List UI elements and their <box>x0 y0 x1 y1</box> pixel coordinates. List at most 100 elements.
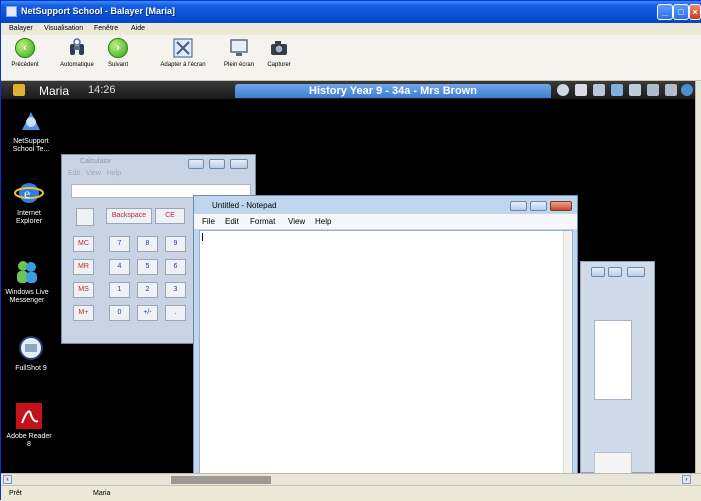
text-cursor <box>202 233 203 241</box>
fullscreen-button[interactable]: Plein écran <box>220 38 258 68</box>
bg-maximize-button[interactable] <box>608 267 622 277</box>
key-6[interactable]: 6 <box>165 259 186 275</box>
desktop-icon-fullshot[interactable]: FullShot 9 <box>7 333 55 373</box>
menu-aide[interactable]: Aide <box>131 25 145 32</box>
bg-window-panel <box>594 320 632 400</box>
globe-icon[interactable] <box>681 84 693 96</box>
calc-close-button[interactable] <box>230 159 248 169</box>
key-8[interactable]: 8 <box>137 236 158 252</box>
np-menu-help[interactable]: Help <box>315 217 331 226</box>
svg-text:e: e <box>24 187 30 202</box>
back-arrow-icon: ‹ <box>15 38 35 58</box>
toolbar: ‹ Précédent Automatique › Suivant Adapte… <box>1 35 701 81</box>
bg-window-footer <box>594 452 632 473</box>
notepad-title: Untitled - Notepad <box>212 201 277 210</box>
lesson-title: History Year 9 - 34a - Mrs Brown <box>235 84 551 98</box>
horizontal-scrollbar[interactable]: ‹ › <box>1 473 701 485</box>
previous-button[interactable]: ‹ Précédent <box>8 38 42 68</box>
mr-key[interactable]: MR <box>73 259 94 275</box>
title-bar[interactable]: NetSupport School - Balayer [Maria] _ □ … <box>1 1 701 23</box>
fullshot-icon <box>16 333 46 363</box>
menu-balayer[interactable]: Balayer <box>9 25 33 32</box>
fullscreen-icon <box>229 38 249 58</box>
status-text: Prêt <box>9 490 22 497</box>
student-avatar-icon <box>13 84 25 96</box>
calc-menu-edit[interactable]: Edit <box>68 170 80 177</box>
menu-visualisation[interactable]: Visualisation <box>44 25 83 32</box>
calculator-title: Calculator <box>80 158 112 165</box>
help-icon[interactable] <box>593 84 605 96</box>
notepad-maximize-button[interactable] <box>530 201 547 211</box>
pen-icon[interactable] <box>575 84 587 96</box>
capture-button[interactable]: Capturer <box>263 38 295 68</box>
bg-close-button[interactable] <box>627 267 645 277</box>
calc-menu-view[interactable]: View <box>86 170 101 177</box>
status-bar: Prêt Maria <box>1 485 701 501</box>
backspace-key[interactable]: Backspace <box>106 208 152 224</box>
bg-minimize-button[interactable] <box>591 267 605 277</box>
desktop-label-messenger: Windows Live Messenger <box>5 289 49 304</box>
chat-icon[interactable] <box>557 84 569 96</box>
notepad-window[interactable]: Untitled - Notepad File Edit Format View… <box>193 195 578 473</box>
next-label: Suivant <box>107 62 128 68</box>
key-2[interactable]: 2 <box>137 282 158 298</box>
mc-key[interactable]: MC <box>73 236 94 252</box>
scroll-left-arrow-icon[interactable]: ‹ <box>3 475 12 484</box>
menu-fenetre[interactable]: Fenêtre <box>94 25 118 32</box>
desktop-icon-messenger[interactable]: Windows Live Messenger <box>3 257 51 305</box>
files-icon[interactable] <box>629 84 641 96</box>
netsupport-icon <box>16 106 46 136</box>
np-menu-format[interactable]: Format <box>250 217 275 226</box>
users-icon[interactable] <box>611 84 623 96</box>
key-0[interactable]: 0 <box>109 305 130 321</box>
desktop-icon-adobe[interactable]: Adobe Reader 8 <box>5 401 53 449</box>
status-student-name: Maria <box>93 490 111 497</box>
np-menu-edit[interactable]: Edit <box>225 217 239 226</box>
remote-desktop-view[interactable]: Maria 14:26 History Year 9 - 34a - Mrs B… <box>1 81 695 473</box>
mplus-key[interactable]: M+ <box>73 305 94 321</box>
fit-screen-label: Adapter à l'écran <box>160 62 206 68</box>
desktop-label-fullshot: FullShot 9 <box>15 365 47 372</box>
memory-indicator <box>76 208 94 226</box>
ce-key[interactable]: CE <box>155 208 185 224</box>
scroll-right-arrow-icon[interactable]: › <box>682 475 691 484</box>
notepad-close-button[interactable] <box>550 201 572 211</box>
key-7[interactable]: 7 <box>109 236 130 252</box>
ie-icon: e <box>14 178 44 208</box>
key-decimal[interactable]: . <box>165 305 186 321</box>
messenger-icon <box>12 257 42 287</box>
key-3[interactable]: 3 <box>165 282 186 298</box>
lock-icon[interactable] <box>665 84 677 96</box>
next-button[interactable]: › Suivant <box>103 38 133 68</box>
fit-screen-button[interactable]: Adapter à l'écran <box>153 38 213 68</box>
capture-label: Capturer <box>267 62 291 68</box>
automatic-button[interactable]: Automatique <box>55 38 99 68</box>
key-1[interactable]: 1 <box>109 282 130 298</box>
desktop-label-ie: Internet Explorer <box>15 210 43 225</box>
calc-maximize-button[interactable] <box>209 159 225 169</box>
scroll-thumb[interactable] <box>171 476 271 484</box>
notepad-text-area[interactable] <box>199 230 573 473</box>
key-plus-minus[interactable]: +/- <box>137 305 158 321</box>
key-4[interactable]: 4 <box>109 259 130 275</box>
close-button[interactable]: × <box>689 4 701 20</box>
minimize-button[interactable]: _ <box>657 4 673 20</box>
calc-minimize-button[interactable] <box>188 159 204 169</box>
calculator-menu: Edit View Help <box>68 170 121 177</box>
desktop-icon-ie[interactable]: e Internet Explorer <box>5 178 53 226</box>
survey-icon[interactable] <box>647 84 659 96</box>
desktop-label-netsupport: NetSupport School Te... <box>12 138 50 153</box>
maximize-button[interactable]: □ <box>673 4 689 20</box>
notepad-scrollbar[interactable] <box>563 231 572 473</box>
notepad-minimize-button[interactable] <box>510 201 527 211</box>
background-window[interactable] <box>580 261 655 473</box>
ms-key[interactable]: MS <box>73 282 94 298</box>
np-menu-view[interactable]: View <box>288 217 305 226</box>
calc-menu-help[interactable]: Help <box>107 170 121 177</box>
key-5[interactable]: 5 <box>137 259 158 275</box>
key-9[interactable]: 9 <box>165 236 186 252</box>
desktop-icon-netsupport[interactable]: NetSupport School Te... <box>7 106 55 154</box>
vertical-scrollbar[interactable] <box>695 81 701 473</box>
np-menu-file[interactable]: File <box>202 217 215 226</box>
window-title: NetSupport School - Balayer [Maria] <box>21 6 176 16</box>
